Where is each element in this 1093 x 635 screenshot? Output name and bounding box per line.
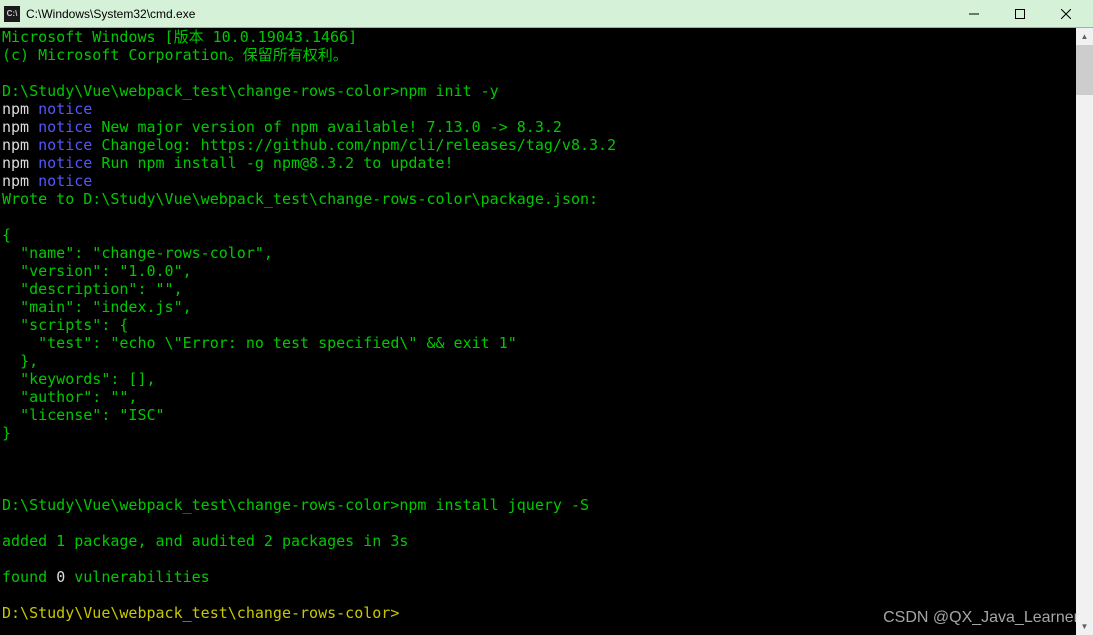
watermark-text: CSDN @QX_Java_Learner <box>883 609 1079 627</box>
close-button[interactable] <box>1043 0 1089 28</box>
scroll-thumb[interactable] <box>1076 45 1093 95</box>
npm-notice: notice <box>38 100 92 118</box>
wrote-line: Wrote to D:\Study\Vue\webpack_test\chang… <box>2 190 598 208</box>
terminal-output[interactable]: Microsoft Windows [版本 10.0.19043.1466] (… <box>0 28 1076 635</box>
notice-text: Run npm install -g npm@8.3.2 to update! <box>101 154 453 172</box>
npm-prefix: npm <box>2 100 29 118</box>
header-line: (c) Microsoft Corporation。保留所有权利。 <box>2 46 348 64</box>
prompt-path: D:\Study\Vue\webpack_test\change-rows-co… <box>2 496 399 514</box>
npm-notice: notice <box>38 154 92 172</box>
result-line: found <box>2 568 56 586</box>
header-line: Microsoft Windows [版本 10.0.19043.1466] <box>2 28 357 46</box>
window-titlebar: C:\ C:\Windows\System32\cmd.exe <box>0 0 1093 28</box>
window-controls <box>951 0 1089 28</box>
vertical-scrollbar[interactable]: ▲ ▼ <box>1076 28 1093 635</box>
maximize-button[interactable] <box>997 0 1043 28</box>
minimize-icon <box>969 9 979 19</box>
npm-prefix: npm <box>2 118 29 136</box>
prompt-path: D:\Study\Vue\webpack_test\change-rows-co… <box>2 82 399 100</box>
result-line: vulnerabilities <box>65 568 210 586</box>
npm-notice: notice <box>38 136 92 154</box>
notice-text: New major version of npm available! 7.13… <box>101 118 562 136</box>
scroll-up-button[interactable]: ▲ <box>1076 28 1093 45</box>
notice-text: Changelog: https://github.com/npm/cli/re… <box>101 136 616 154</box>
npm-notice: notice <box>38 118 92 136</box>
result-line: added 1 package, and audited 2 packages … <box>2 532 408 550</box>
npm-prefix: npm <box>2 154 29 172</box>
window-title: C:\Windows\System32\cmd.exe <box>26 7 951 21</box>
terminal-wrapper: Microsoft Windows [版本 10.0.19043.1466] (… <box>0 28 1093 635</box>
close-icon <box>1061 9 1071 19</box>
json-output: { "name": "change-rows-color", "version"… <box>2 226 517 442</box>
npm-notice: notice <box>38 172 92 190</box>
prompt-command: npm install jquery -S <box>399 496 589 514</box>
prompt-command: npm init -y <box>399 82 498 100</box>
npm-prefix: npm <box>2 172 29 190</box>
vuln-count: 0 <box>56 568 65 586</box>
maximize-icon <box>1015 9 1025 19</box>
minimize-button[interactable] <box>951 0 997 28</box>
cmd-icon: C:\ <box>4 6 20 22</box>
npm-prefix: npm <box>2 136 29 154</box>
prompt-path: D:\Study\Vue\webpack_test\change-rows-co… <box>2 604 399 622</box>
